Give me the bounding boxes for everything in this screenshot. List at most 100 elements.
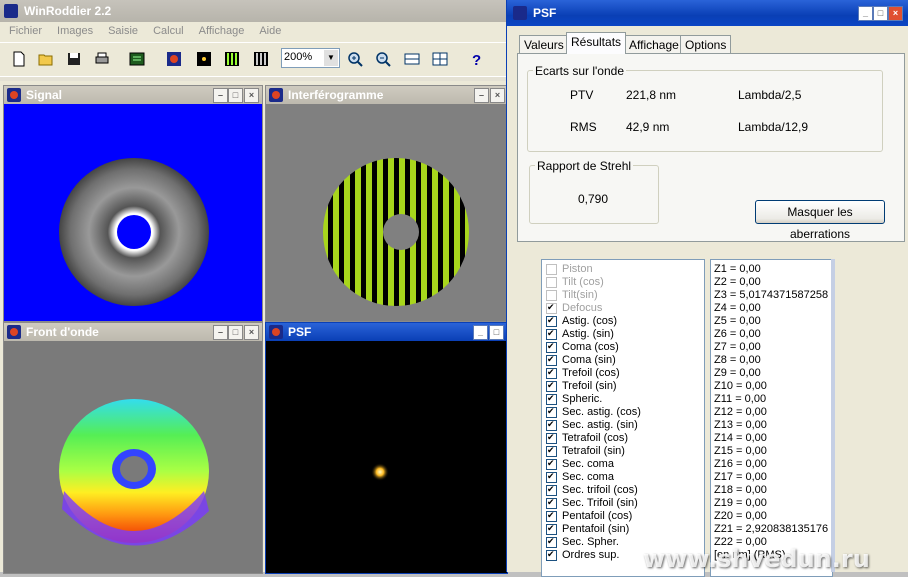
psf-view-icon[interactable]	[192, 47, 216, 71]
main-titlebar[interactable]: WinRoddier 2.2	[0, 0, 506, 22]
checkbox-icon[interactable]	[546, 483, 557, 496]
aberration-item[interactable]: Pentafoil (sin)	[542, 522, 704, 536]
menu-saisie[interactable]: Saisie	[108, 25, 138, 37]
menu-fichier[interactable]: Fichier	[9, 25, 42, 37]
checkbox-icon[interactable]	[546, 353, 557, 366]
close-icon[interactable]: ×	[490, 88, 505, 103]
checkbox-icon[interactable]	[546, 496, 557, 509]
zernike-item[interactable]: Z5 = 0,00	[711, 315, 832, 328]
chevron-down-icon[interactable]: ▼	[324, 50, 338, 66]
capture-icon[interactable]	[125, 47, 149, 71]
close-icon[interactable]: ×	[888, 6, 903, 21]
zernike-item[interactable]: Z15 = 0,00	[711, 445, 832, 458]
aberration-item[interactable]: Sec. coma	[542, 457, 704, 471]
interferogram-titlebar[interactable]: Interférogramme – ×	[266, 86, 507, 104]
aberration-item[interactable]: Sec. astig. (cos)	[542, 405, 704, 419]
signal-view-icon[interactable]	[162, 47, 186, 71]
zernike-item[interactable]: Z6 = 0,00	[711, 328, 832, 341]
aberration-item[interactable]: Coma (cos)	[542, 340, 704, 354]
new-file-icon[interactable]	[7, 47, 31, 71]
zernike-item[interactable]: Z3 = 5,0174371587258	[711, 289, 832, 302]
tab-options[interactable]: Options	[680, 35, 732, 54]
menu-affichage[interactable]: Affichage	[199, 25, 245, 37]
aberration-item[interactable]: Sec. Trifoil (sin)	[542, 496, 704, 510]
tab-resultats[interactable]: Résultats	[566, 32, 627, 54]
zernike-item[interactable]: Z2 = 0,00	[711, 276, 832, 289]
zernike-item[interactable]: Z4 = 0,00	[711, 302, 832, 315]
menu-images[interactable]: Images	[57, 25, 93, 37]
tile-grid-icon[interactable]	[428, 47, 452, 71]
tab-valeurs[interactable]: Valeurs	[519, 35, 569, 54]
help-icon[interactable]: ?	[464, 47, 488, 71]
checkbox-icon[interactable]	[546, 327, 557, 340]
checkbox-icon[interactable]	[546, 340, 557, 353]
maximize-icon[interactable]: □	[489, 325, 504, 340]
zoom-select[interactable]: 200% ▼	[281, 48, 340, 68]
zernike-item[interactable]: Z12 = 0,00	[711, 406, 832, 419]
checkbox-icon[interactable]	[546, 457, 557, 470]
zernike-item[interactable]: Z1 = 0,00	[711, 263, 832, 276]
interferogram-view-icon[interactable]	[220, 47, 244, 71]
zernike-item[interactable]: Z18 = 0,00	[711, 484, 832, 497]
aberration-item[interactable]: Tetrafoil (cos)	[542, 431, 704, 445]
checkbox-icon[interactable]	[546, 522, 557, 535]
aberration-item[interactable]: Spheric.	[542, 392, 704, 406]
checkbox-icon[interactable]	[546, 392, 557, 405]
dialog-titlebar[interactable]: PSF _ □ ×	[507, 0, 908, 26]
checkbox-icon[interactable]	[546, 535, 557, 548]
checkbox-icon[interactable]	[546, 418, 557, 431]
menu-calcul[interactable]: Calcul	[153, 25, 184, 37]
checkbox-icon[interactable]	[546, 431, 557, 444]
zernike-scrollbar[interactable]	[831, 259, 835, 572]
save-icon[interactable]	[62, 47, 86, 71]
checkbox-icon[interactable]	[546, 444, 557, 457]
close-icon[interactable]: ×	[244, 325, 259, 340]
maximize-icon[interactable]: □	[873, 6, 888, 21]
minimize-icon[interactable]: –	[213, 88, 228, 103]
zernike-list[interactable]: Z1 = 0,00 Z2 = 0,00 Z3 = 5,0174371587258 Z4…	[710, 259, 833, 577]
tile-horizontal-icon[interactable]	[400, 47, 424, 71]
aberration-item[interactable]: Pentafoil (cos)	[542, 509, 704, 523]
aberration-item[interactable]: Tetrafoil (sin)	[542, 444, 704, 458]
zernike-item[interactable]: Z21 = 2,920838135176	[711, 523, 832, 536]
aberration-item[interactable]: Astig. (cos)	[542, 314, 704, 328]
checkbox-icon[interactable]	[546, 366, 557, 379]
zernike-item[interactable]: Z17 = 0,00	[711, 471, 832, 484]
aberration-item[interactable]: Astig. (sin)	[542, 327, 704, 341]
checkbox-icon[interactable]	[546, 314, 557, 327]
checkbox-icon[interactable]	[546, 379, 557, 392]
checkbox-icon[interactable]	[546, 509, 557, 522]
maximize-icon[interactable]: □	[228, 325, 243, 340]
aberration-item[interactable]: Sec. coma	[542, 470, 704, 484]
signal-titlebar[interactable]: Signal – □ ×	[4, 86, 262, 104]
zernike-item[interactable]: Z19 = 0,00	[711, 497, 832, 510]
minimize-icon[interactable]: _	[858, 6, 873, 21]
tab-affichage[interactable]: Affichage	[624, 35, 684, 54]
checkbox-icon[interactable]	[546, 405, 557, 418]
checkbox-icon[interactable]	[546, 470, 557, 483]
aberration-item[interactable]: Sec. trifoil (cos)	[542, 483, 704, 497]
minimize-icon[interactable]: _	[473, 325, 488, 340]
open-folder-icon[interactable]	[34, 47, 58, 71]
fringes-view-icon[interactable]	[249, 47, 273, 71]
zoom-out-icon[interactable]	[371, 47, 395, 71]
minimize-icon[interactable]: –	[213, 325, 228, 340]
aberration-item[interactable]: Coma (sin)	[542, 353, 704, 367]
aberration-item[interactable]: Trefoil (cos)	[542, 366, 704, 380]
zernike-item[interactable]: Z10 = 0,00	[711, 380, 832, 393]
wavefront-titlebar[interactable]: Front d'onde – □ ×	[4, 323, 262, 341]
print-icon[interactable]	[90, 47, 114, 71]
zoom-in-icon[interactable]	[343, 47, 367, 71]
zernike-item[interactable]: Z14 = 0,00	[711, 432, 832, 445]
zernike-item[interactable]: Z20 = 0,00	[711, 510, 832, 523]
zernike-item[interactable]: Z13 = 0,00	[711, 419, 832, 432]
zernike-item[interactable]: Z16 = 0,00	[711, 458, 832, 471]
zernike-item[interactable]: Z9 = 0,00	[711, 367, 832, 380]
maximize-icon[interactable]: □	[228, 88, 243, 103]
aberration-item[interactable]: Trefoil (sin)	[542, 379, 704, 393]
zernike-item[interactable]: Z8 = 0,00	[711, 354, 832, 367]
minimize-icon[interactable]: –	[474, 88, 489, 103]
masquer-aberrations-button[interactable]: Masquer les aberrations	[755, 200, 885, 241]
psf-titlebar[interactable]: PSF _ □	[266, 323, 507, 341]
menu-aide[interactable]: Aide	[259, 25, 281, 37]
